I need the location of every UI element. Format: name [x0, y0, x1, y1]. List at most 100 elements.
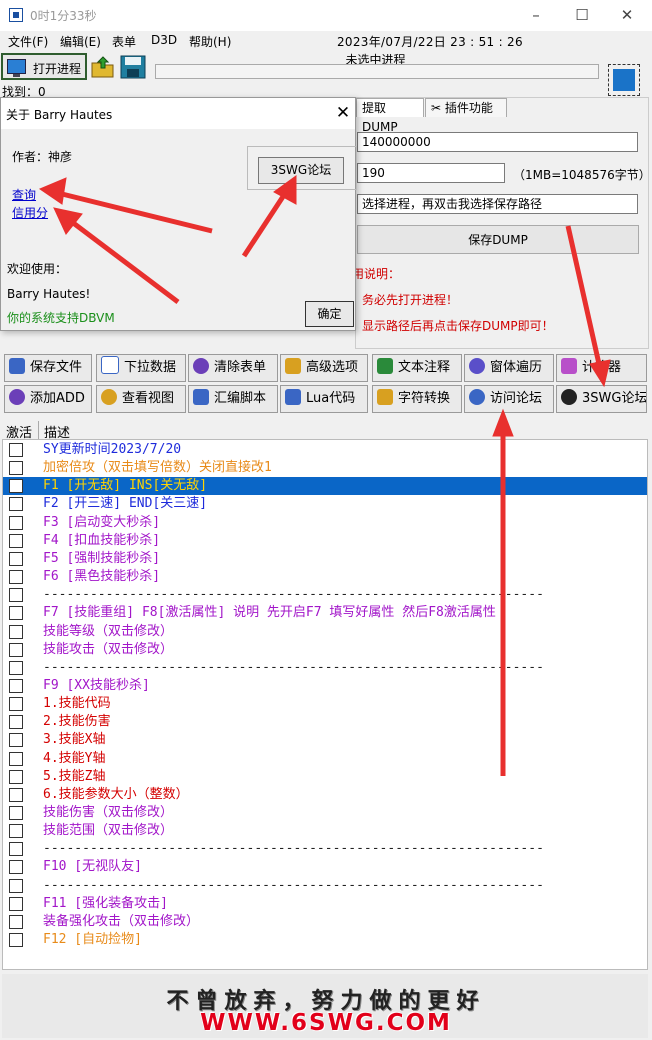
tab-plugins[interactable]: ✂ 插件功能 [425, 98, 507, 117]
list-item[interactable]: 3.技能X轴 [3, 731, 647, 749]
list-item[interactable]: 技能等级（双击修改） [3, 623, 647, 641]
active-checkbox[interactable] [9, 479, 23, 494]
active-checkbox[interactable] [9, 824, 23, 839]
text-comment-button[interactable]: 文本注释 [372, 354, 462, 382]
menu-file[interactable]: 文件(F) [8, 33, 48, 50]
active-checkbox[interactable] [9, 533, 23, 548]
size-note: （1MB=1048576字节） [513, 168, 651, 182]
active-checkbox[interactable] [9, 842, 23, 857]
active-checkbox[interactable] [9, 715, 23, 730]
calculator-button[interactable]: 计算器 [556, 354, 647, 382]
active-checkbox[interactable] [9, 751, 23, 766]
list-item[interactable]: F1 [开无敌] INS[关无敌] [3, 477, 647, 496]
list-item[interactable]: 装备强化攻击（双击修改） [3, 913, 647, 931]
active-checkbox[interactable] [9, 914, 23, 929]
menu-help[interactable]: 帮助(H) [189, 33, 231, 50]
active-checkbox[interactable] [9, 570, 23, 585]
list-item[interactable]: F11 [强化装备攻击] [3, 895, 647, 913]
maximize-button[interactable]: ☐ [567, 4, 597, 26]
tab-dump[interactable]: 提取DUMP [356, 98, 424, 134]
active-checkbox[interactable] [9, 624, 23, 639]
dialog-forum-button[interactable]: 3SWG论坛 [258, 157, 344, 184]
save-path-field[interactable]: 选择进程，再双击我选择保存路径 [357, 194, 638, 214]
active-checkbox[interactable] [9, 660, 23, 675]
asm-script-button[interactable]: 汇编脚本 [188, 385, 278, 413]
list-item[interactable]: ----------------------------------------… [3, 840, 647, 858]
active-checkbox[interactable] [9, 606, 23, 621]
list-item[interactable]: 1.技能代码 [3, 695, 647, 713]
list-item[interactable]: SY更新时间2023/7/20 [3, 441, 647, 459]
list-item[interactable]: F12 [自动捡物] [3, 931, 647, 949]
list-item[interactable]: 6.技能参数大小（整数） [3, 786, 647, 804]
char-convert-button[interactable]: 字符转换 [372, 385, 462, 413]
active-checkbox[interactable] [9, 933, 23, 948]
save-file-button[interactable]: 保存文件 [4, 354, 92, 382]
cheat-table: SY更新时间2023/7/20 加密倍攻（双击填写倍数）关闭直接改1 F1 [开无敌… [2, 439, 648, 970]
view-button[interactable]: 查看视图 [96, 385, 186, 413]
list-item[interactable]: 加密倍攻（双击填写倍数）关闭直接改1 [3, 459, 647, 477]
open-process-button[interactable]: 打开进程 [1, 53, 87, 80]
dialog-ok-button[interactable]: 确定 [305, 301, 354, 327]
list-item[interactable]: ----------------------------------------… [3, 877, 647, 895]
add-address-label: 添加ADD [30, 391, 85, 406]
active-checkbox[interactable] [9, 878, 23, 893]
save-dump-button[interactable]: 保存DUMP [357, 225, 639, 254]
active-checkbox[interactable] [9, 642, 23, 657]
list-item[interactable]: F6 [黑色技能秒杀] [3, 568, 647, 586]
list-item[interactable]: 4.技能Y轴 [3, 750, 647, 768]
active-checkbox[interactable] [9, 697, 23, 712]
list-item[interactable]: 5.技能Z轴 [3, 768, 647, 786]
process-select-target[interactable] [608, 64, 640, 96]
list-item[interactable]: ----------------------------------------… [3, 586, 647, 604]
menu-d3d[interactable]: D3D [151, 33, 177, 47]
list-item[interactable]: F4 [扣血技能秒杀] [3, 532, 647, 550]
query-link[interactable]: 查询 [12, 186, 36, 203]
advanced-options-button[interactable]: 高级选项 [280, 354, 368, 382]
swg-forum-button[interactable]: 3SWG论坛 [556, 385, 647, 413]
active-checkbox[interactable] [9, 461, 23, 476]
list-item[interactable]: 技能范围（双击修改） [3, 822, 647, 840]
active-checkbox[interactable] [9, 806, 23, 820]
list-item[interactable]: ----------------------------------------… [3, 659, 647, 677]
active-checkbox[interactable] [9, 769, 23, 784]
list-item[interactable]: 技能伤害（双击修改） [3, 804, 647, 822]
active-checkbox[interactable] [9, 787, 23, 802]
active-checkbox[interactable] [9, 678, 23, 693]
active-checkbox[interactable] [9, 443, 23, 457]
dump-address-field[interactable]: 140000000 [357, 132, 638, 152]
box-icon [377, 389, 393, 405]
open-folder-icon[interactable] [91, 55, 115, 79]
clear-form-button[interactable]: 清除表单 [188, 354, 278, 382]
minimize-button[interactable]: – [521, 4, 551, 26]
add-address-button[interactable]: 添加ADD [4, 385, 92, 413]
active-checkbox[interactable] [9, 860, 23, 875]
active-checkbox[interactable] [9, 588, 23, 603]
dialog-close-icon[interactable]: ✕ [331, 101, 355, 125]
list-item[interactable]: F10 [无视队友] [3, 858, 647, 876]
dump-size-field[interactable]: 190 [357, 163, 505, 183]
dropdown-data-button[interactable]: 下拉数据 [96, 354, 186, 382]
list-item[interactable]: F3 [启动变大秒杀] [3, 514, 647, 532]
menu-edit[interactable]: 编辑(E) [60, 33, 101, 50]
active-checkbox[interactable] [9, 515, 23, 530]
close-button[interactable]: ✕ [612, 4, 642, 26]
list-item[interactable]: F2 [开三速] END[关三速] [3, 495, 647, 513]
active-checkbox[interactable] [9, 551, 23, 566]
active-checkbox[interactable] [9, 733, 23, 748]
window-enum-button[interactable]: 窗体遍历 [464, 354, 554, 382]
visit-forum-button[interactable]: 访问论坛 [464, 385, 554, 413]
list-item[interactable]: 技能攻击（双击修改） [3, 641, 647, 659]
lua-code-button[interactable]: Lua代码 [280, 385, 368, 413]
list-item[interactable]: F5 [强制技能秒杀] [3, 550, 647, 568]
list-item[interactable]: 2.技能伤害 [3, 713, 647, 731]
credit-score-link[interactable]: 信用分 [12, 204, 48, 221]
calculator-icon [561, 358, 577, 374]
list-item-text: 4.技能Y轴 [43, 750, 106, 766]
list-item[interactable]: F7 [技能重组] F8[激活属性] 说明 先开启F7 填写好属性 然后F8激活… [3, 604, 647, 622]
active-checkbox[interactable] [9, 497, 23, 512]
active-checkbox[interactable] [9, 896, 23, 911]
list-item[interactable]: F9 [XX技能秒杀] [3, 677, 647, 695]
menu-form[interactable]: 表单 [112, 33, 136, 50]
column-divider [38, 421, 39, 439]
save-icon[interactable] [120, 55, 146, 79]
